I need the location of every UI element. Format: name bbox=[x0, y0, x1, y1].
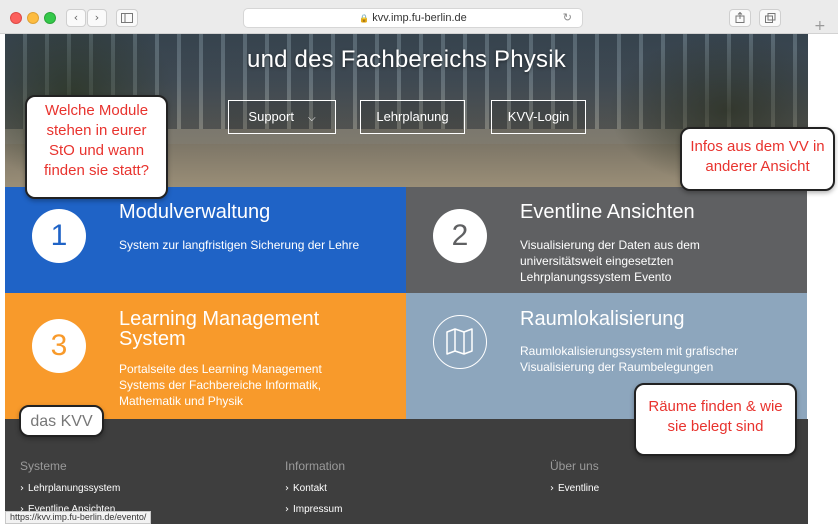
close-window-button[interactable] bbox=[10, 12, 22, 24]
tile-description: Visualisierung der Daten aus dem univers… bbox=[520, 238, 700, 284]
kvv-login-label: KVV-Login bbox=[507, 109, 570, 124]
chevron-right-icon: › bbox=[94, 11, 100, 24]
footer-link-label: Impressum bbox=[293, 504, 343, 515]
minimize-window-button[interactable] bbox=[27, 12, 39, 24]
kvv-login-button[interactable]: KVV-Login bbox=[491, 100, 586, 134]
page-title: und des Fachbereichs Physik bbox=[247, 46, 566, 73]
tile-description: Raumlokalisierungssystem mit grafischer … bbox=[520, 344, 739, 374]
back-button[interactable]: ‹ bbox=[66, 9, 86, 27]
support-button[interactable]: Support ⌵ bbox=[228, 100, 336, 134]
footer-link-label: Eventline bbox=[558, 483, 600, 494]
footer-link[interactable]: › Eventline bbox=[550, 483, 599, 494]
tile-description: Portalseite des Learning Management Syst… bbox=[119, 362, 322, 408]
footer-link[interactable]: › Lehrplanungssystem bbox=[20, 483, 120, 494]
footer-link[interactable]: › Kontakt bbox=[285, 483, 345, 494]
tile-number-badge: 2 bbox=[433, 209, 487, 263]
footer-link-label: Lehrplanungssystem bbox=[28, 483, 121, 494]
browser-toolbar: ‹ › 🔒 kvv.imp.fu-berlin.de ↻ bbox=[0, 0, 838, 34]
fullscreen-window-button[interactable] bbox=[44, 12, 56, 24]
reload-icon[interactable]: ↻ bbox=[563, 9, 572, 27]
tile-number-badge: 3 bbox=[32, 319, 86, 373]
tile-eventline-ansichten[interactable]: 2 Eventline Ansichten Visualisierung der… bbox=[406, 187, 807, 293]
annotation-vv: Infos aus dem VV in anderer Ansicht bbox=[680, 127, 835, 191]
map-icon bbox=[433, 315, 487, 369]
status-bar-url: https://kvv.imp.fu-berlin.de/evento/ bbox=[5, 511, 152, 524]
lock-icon: 🔒 bbox=[359, 14, 370, 23]
chevron-right-icon: › bbox=[285, 483, 289, 494]
footer-link-label: Kontakt bbox=[293, 483, 327, 494]
lehrplanung-button[interactable]: Lehrplanung bbox=[360, 100, 465, 134]
lehrplanung-label: Lehrplanung bbox=[376, 109, 449, 124]
footer-heading: Information bbox=[285, 459, 346, 473]
chevron-right-icon: › bbox=[285, 504, 289, 515]
address-bar[interactable]: 🔒 kvv.imp.fu-berlin.de ↻ bbox=[243, 8, 583, 28]
tile-modulverwaltung[interactable]: 1 Modulverwaltung System zur langfristig… bbox=[5, 187, 406, 293]
tile-number-badge: 1 bbox=[32, 209, 86, 263]
annotation-modules: Welche Module stehen in eurer StO und wa… bbox=[25, 95, 168, 199]
support-label: Support bbox=[248, 109, 294, 124]
tile-learning-management-system[interactable]: 3 Learning Management System Portalseite… bbox=[5, 293, 406, 419]
sidebar-toggle-button[interactable] bbox=[116, 9, 138, 27]
tabs-button[interactable] bbox=[759, 9, 781, 27]
chevron-down-icon: ⌵ bbox=[307, 113, 316, 124]
annotation-rooms: Räume finden & wie sie belegt sind bbox=[634, 383, 797, 456]
share-button[interactable] bbox=[729, 9, 751, 27]
footer-column-information: Information › Kontakt › Impressum bbox=[285, 459, 345, 524]
tile-title: Learning Management System bbox=[119, 308, 320, 350]
sidebar-icon bbox=[121, 13, 133, 23]
tile-title: Modulverwaltung bbox=[119, 201, 271, 223]
forward-button[interactable]: › bbox=[87, 9, 107, 27]
new-tab-icon[interactable]: + bbox=[814, 18, 826, 34]
share-icon bbox=[735, 11, 745, 23]
annotation-kvv: das KVV bbox=[19, 405, 104, 437]
tabs-icon bbox=[764, 13, 775, 23]
chevron-left-icon: ‹ bbox=[73, 11, 79, 24]
url-text: kvv.imp.fu-berlin.de bbox=[372, 12, 467, 24]
chevron-right-icon: › bbox=[550, 483, 554, 494]
footer-heading: Systeme bbox=[20, 459, 67, 473]
window-edge bbox=[808, 34, 838, 524]
chevron-right-icon: › bbox=[20, 483, 24, 494]
footer-column-ueber-uns: Über uns › Eventline bbox=[550, 459, 599, 504]
tile-description: System zur langfristigen Sicherung der L… bbox=[119, 238, 360, 252]
tile-title: Eventline Ansichten bbox=[520, 201, 695, 223]
footer-link[interactable]: › Impressum bbox=[285, 504, 345, 515]
footer-heading: Über uns bbox=[550, 459, 599, 473]
tile-title: Raumlokalisierung bbox=[520, 308, 685, 330]
